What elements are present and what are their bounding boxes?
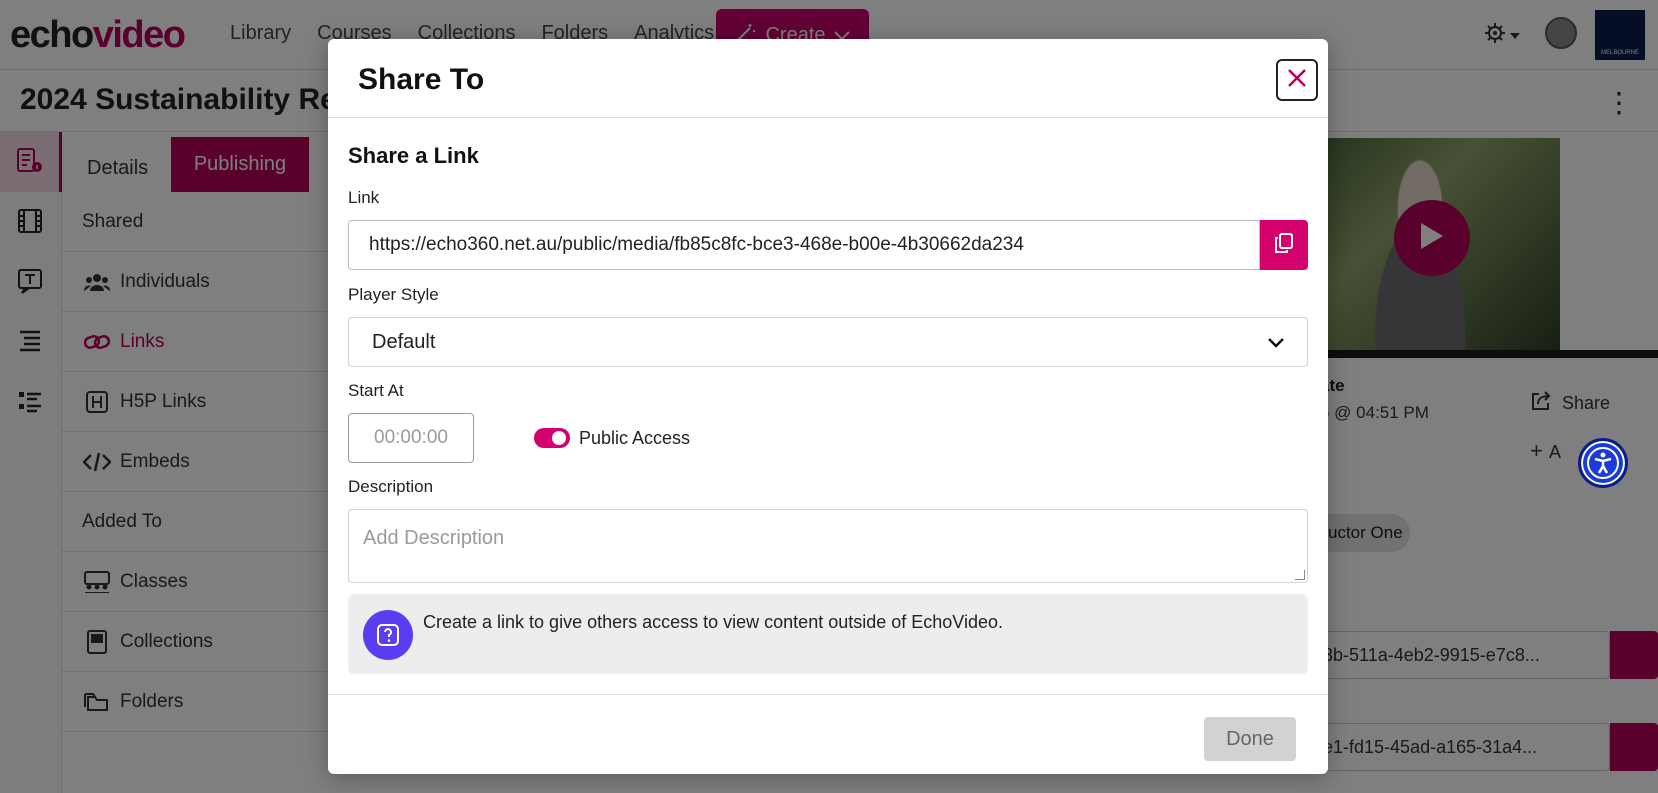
section-title: Share a Link [348, 143, 479, 168]
accessibility-icon[interactable] [1578, 438, 1628, 488]
description-label: Description [348, 477, 434, 496]
info-text: Create a link to give others access to v… [423, 612, 1003, 632]
resize-handle[interactable] [1295, 570, 1305, 580]
share-to-dialog: Share To Share a Link Link https://echo3… [328, 39, 1328, 774]
public-access-toggle[interactable] [534, 428, 570, 448]
start-at-input[interactable]: 00:00:00 [348, 413, 474, 463]
link-label: Link [348, 188, 380, 207]
help-icon [363, 610, 413, 660]
start-at-label: Start At [348, 381, 404, 400]
player-style-label: Player Style [348, 285, 439, 304]
chevron-down-icon [1268, 331, 1284, 354]
copy-icon [1275, 232, 1293, 258]
dialog-header: Share To [328, 39, 1328, 118]
public-access-label: Public Access [579, 428, 691, 448]
dialog-title: Share To [358, 63, 485, 96]
close-icon [1287, 68, 1307, 93]
copy-link-button[interactable] [1260, 220, 1308, 270]
done-button[interactable]: Done [1204, 717, 1296, 761]
player-style-select[interactable]: Default [348, 317, 1308, 367]
link-field[interactable]: https://echo360.net.au/public/media/fb85… [348, 220, 1260, 270]
dialog-footer: Done [328, 694, 1328, 774]
description-textarea[interactable]: Add Description [348, 509, 1308, 583]
close-button[interactable] [1276, 59, 1318, 101]
info-callout: Create a link to give others access to v… [348, 594, 1308, 674]
